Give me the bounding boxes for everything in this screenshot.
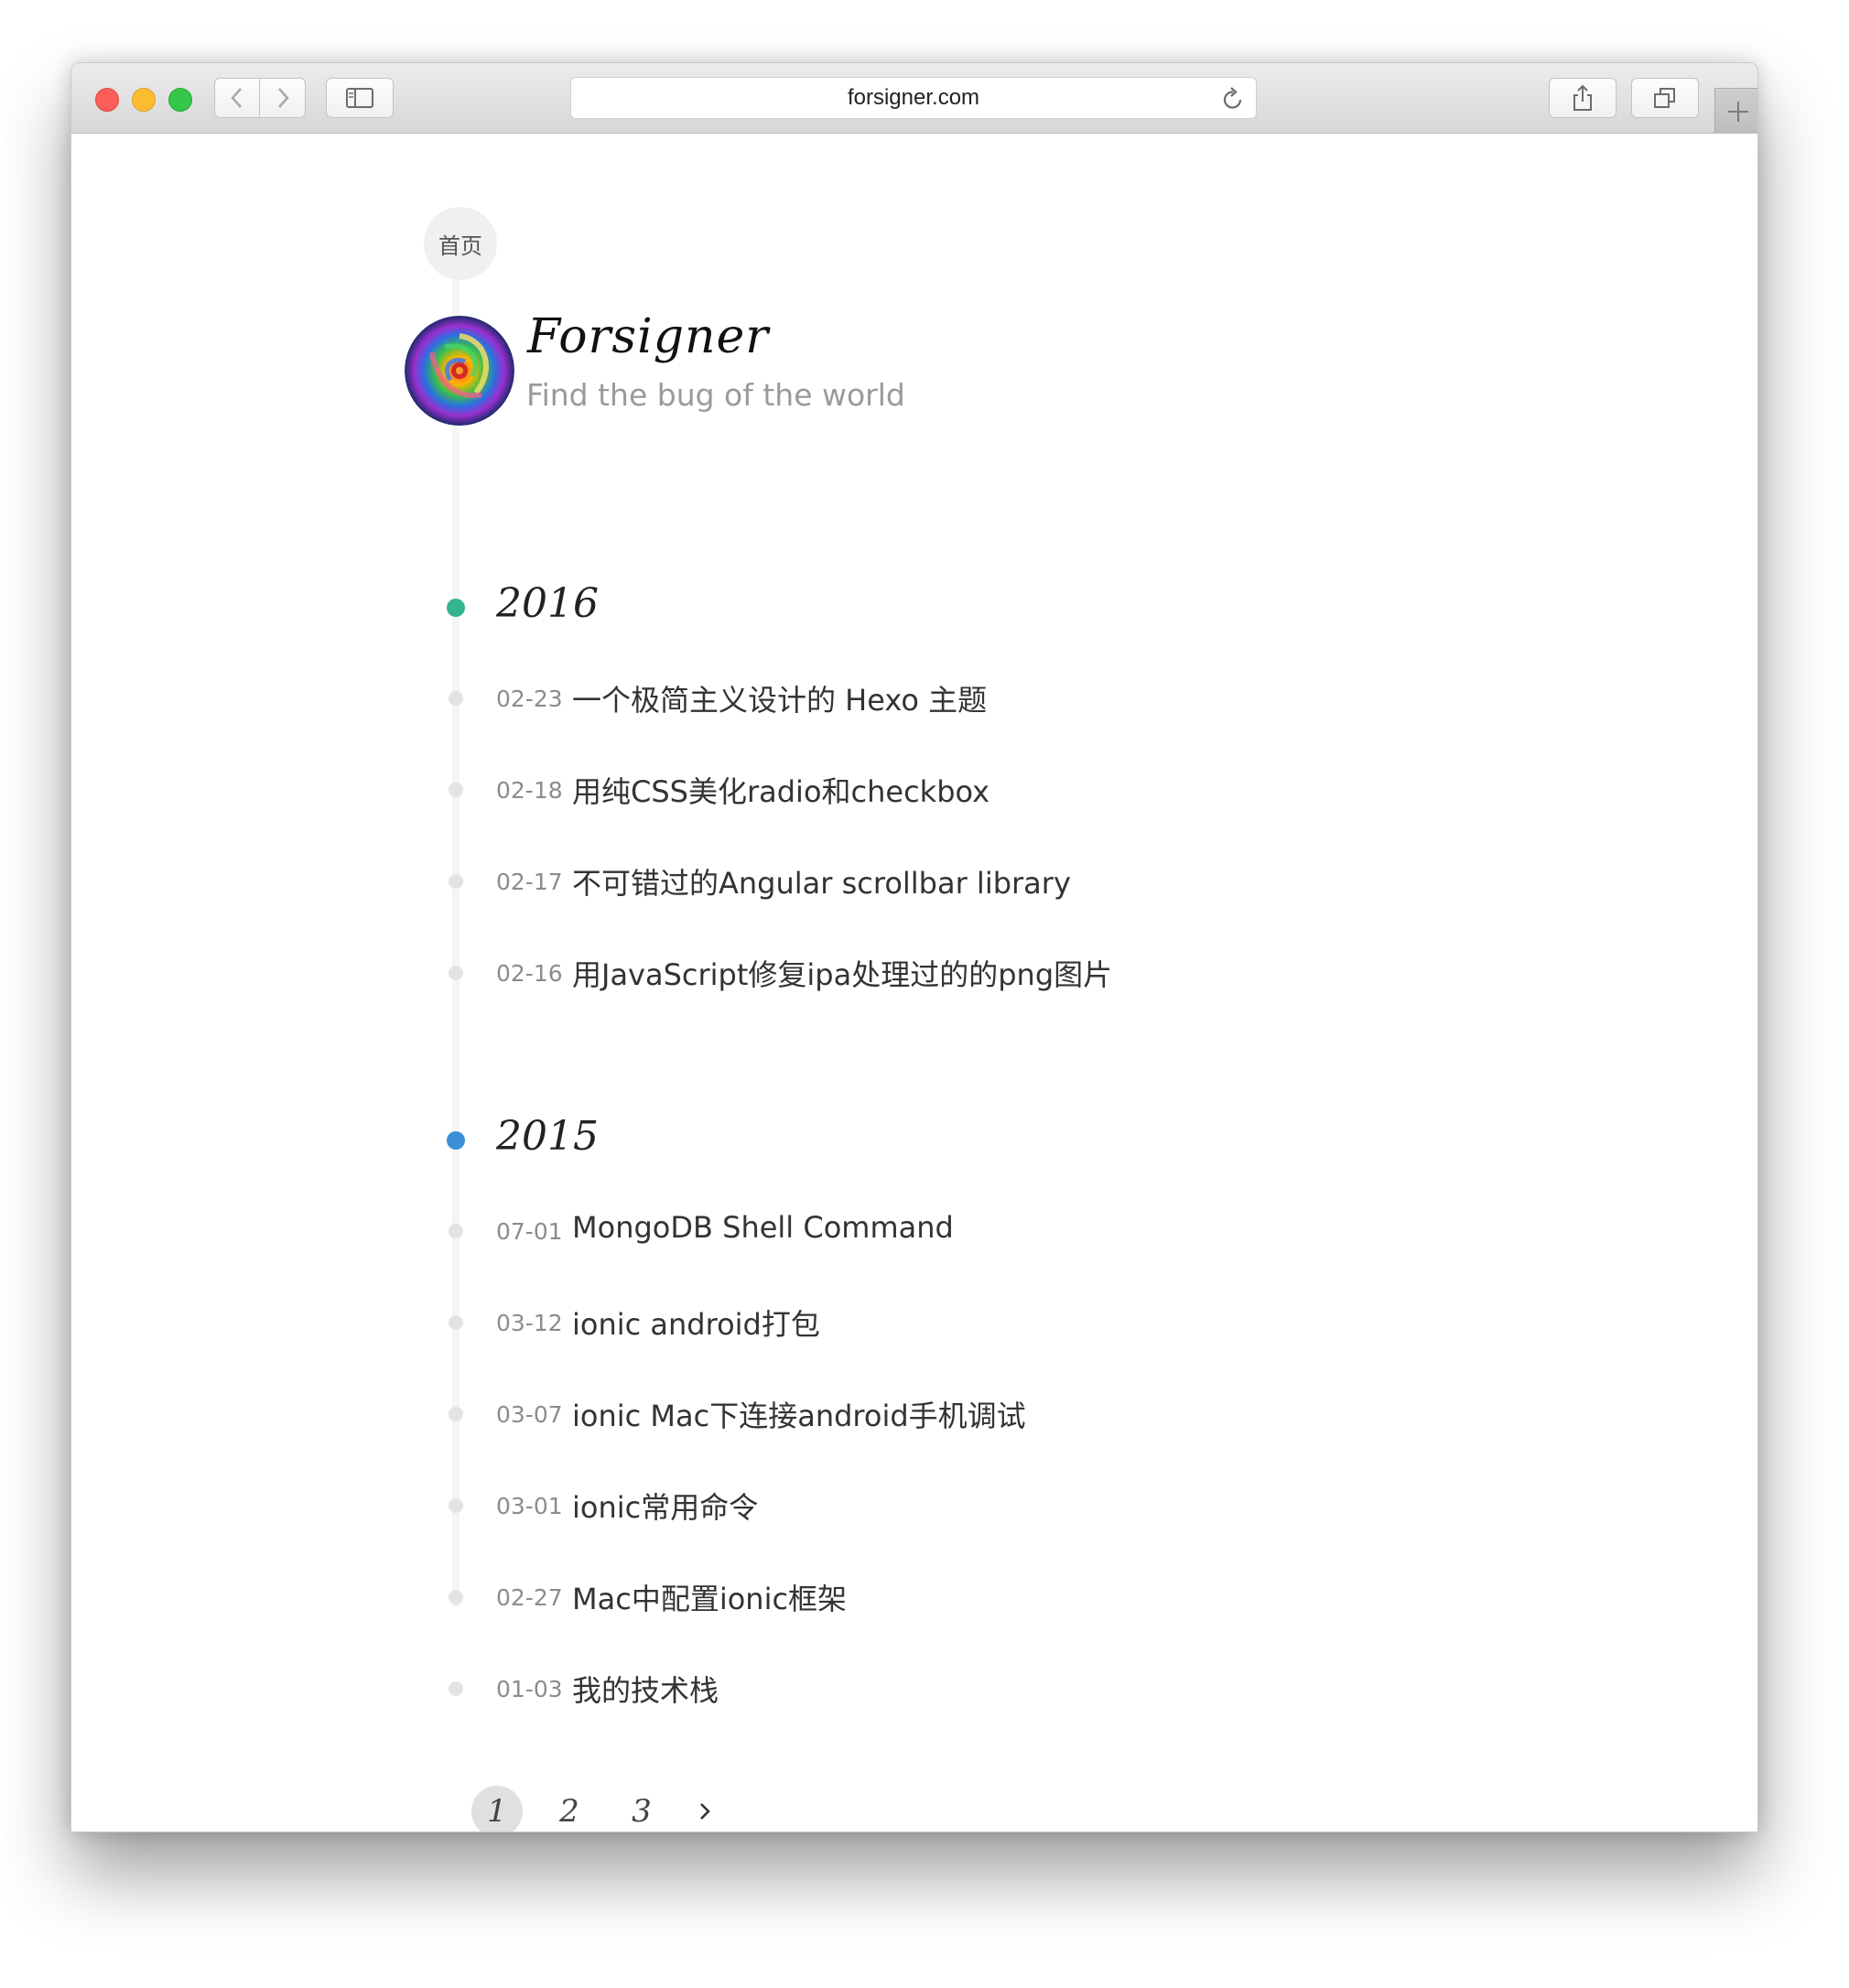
sidebar-toggle-button[interactable]	[326, 78, 394, 118]
post-date: 03-12	[496, 1310, 563, 1336]
post-item[interactable]: 03-07 ionic Mac下连接android手机调试	[71, 1391, 1353, 1437]
post-title-link[interactable]: ionic android打包	[572, 1302, 820, 1344]
post-dot	[449, 1224, 463, 1238]
page-content: 首页 Forsigner Find the bug of the world 2…	[71, 134, 1757, 1831]
page-2-button[interactable]: 2	[544, 1786, 595, 1831]
site-title[interactable]: Forsigner	[527, 309, 769, 364]
post-item[interactable]: 02-16 用JavaScript修复ipa处理过的的png图片	[71, 950, 1353, 996]
plus-icon	[1728, 101, 1748, 122]
post-dot	[449, 1407, 463, 1421]
page-1-button[interactable]: 1	[471, 1786, 523, 1831]
post-date: 03-01	[496, 1493, 563, 1519]
post-date: 03-07	[496, 1401, 563, 1428]
post-date: 02-27	[496, 1584, 563, 1611]
post-item[interactable]: 02-17 不可错过的Angular scrollbar library	[71, 859, 1353, 904]
avatar[interactable]	[405, 316, 514, 426]
post-dot	[449, 1681, 463, 1696]
browser-toolbar: forsigner.com	[71, 63, 1757, 134]
post-title-link[interactable]: 用纯CSS美化radio和checkbox	[572, 769, 989, 811]
post-item[interactable]: 01-03 我的技术栈	[71, 1666, 1353, 1712]
page-3-button[interactable]: 3	[616, 1786, 667, 1831]
post-item[interactable]: 07-01 MongoDB Shell Command	[71, 1208, 1353, 1254]
minimize-window-button[interactable]	[132, 88, 156, 112]
post-title-link[interactable]: ionic Mac下连接android手机调试	[572, 1393, 1026, 1435]
post-item[interactable]: 02-27 Mac中配置ionic框架	[71, 1574, 1353, 1620]
post-title-link[interactable]: Mac中配置ionic框架	[572, 1576, 847, 1618]
post-item[interactable]: 03-01 ionic常用命令	[71, 1483, 1353, 1529]
post-date: 02-16	[496, 960, 563, 987]
post-title-link[interactable]: ionic常用命令	[572, 1485, 758, 1527]
url-text: forsigner.com	[847, 85, 980, 110]
post-item[interactable]: 03-12 ionic android打包	[71, 1300, 1353, 1345]
post-dot	[449, 1498, 463, 1513]
address-bar[interactable]: forsigner.com	[570, 77, 1257, 119]
chevron-right-icon	[700, 1803, 710, 1820]
browser-window: forsigner.com 首页 Forsigner Find the bug …	[70, 62, 1758, 1832]
show-tabs-button[interactable]	[1631, 78, 1699, 118]
forward-button[interactable]	[260, 78, 306, 118]
home-link[interactable]: 首页	[424, 207, 497, 280]
post-date: 02-18	[496, 777, 563, 804]
post-title-link[interactable]: 我的技术栈	[572, 1668, 719, 1710]
year-marker-2016	[447, 599, 465, 617]
close-window-button[interactable]	[95, 88, 119, 112]
post-item[interactable]: 02-23 一个极简主义设计的 Hexo 主题	[71, 675, 1353, 721]
reload-icon[interactable]	[1221, 86, 1245, 112]
back-button[interactable]	[214, 78, 260, 118]
post-title-link[interactable]: MongoDB Shell Command	[572, 1210, 954, 1245]
chevron-left-icon	[231, 88, 242, 108]
year-heading-2016: 2016	[496, 580, 599, 627]
post-dot	[449, 691, 463, 706]
next-page-button[interactable]	[679, 1786, 730, 1831]
post-title-link[interactable]: 不可错过的Angular scrollbar library	[572, 860, 1071, 902]
post-date: 02-17	[496, 869, 563, 895]
post-date: 01-03	[496, 1676, 563, 1702]
share-button[interactable]	[1549, 78, 1617, 118]
post-title-link[interactable]: 一个极简主义设计的 Hexo 主题	[572, 677, 987, 719]
site-subtitle: Find the bug of the world	[526, 377, 905, 413]
post-dot	[449, 966, 463, 980]
new-tab-button[interactable]	[1714, 88, 1757, 134]
year-marker-2015	[447, 1131, 465, 1150]
post-dot	[449, 1315, 463, 1330]
zoom-window-button[interactable]	[168, 88, 192, 112]
sidebar-icon	[346, 88, 373, 108]
post-dot	[449, 874, 463, 889]
post-date: 02-23	[496, 686, 563, 712]
post-item[interactable]: 02-18 用纯CSS美化radio和checkbox	[71, 767, 1353, 813]
post-dot	[449, 783, 463, 797]
year-heading-2015: 2015	[496, 1113, 599, 1160]
post-dot	[449, 1590, 463, 1604]
tabs-icon	[1654, 88, 1675, 108]
share-icon	[1573, 84, 1592, 111]
post-title-link[interactable]: 用JavaScript修复ipa处理过的的png图片	[572, 952, 1112, 994]
post-date: 07-01	[496, 1218, 563, 1245]
chevron-right-icon	[277, 88, 289, 108]
